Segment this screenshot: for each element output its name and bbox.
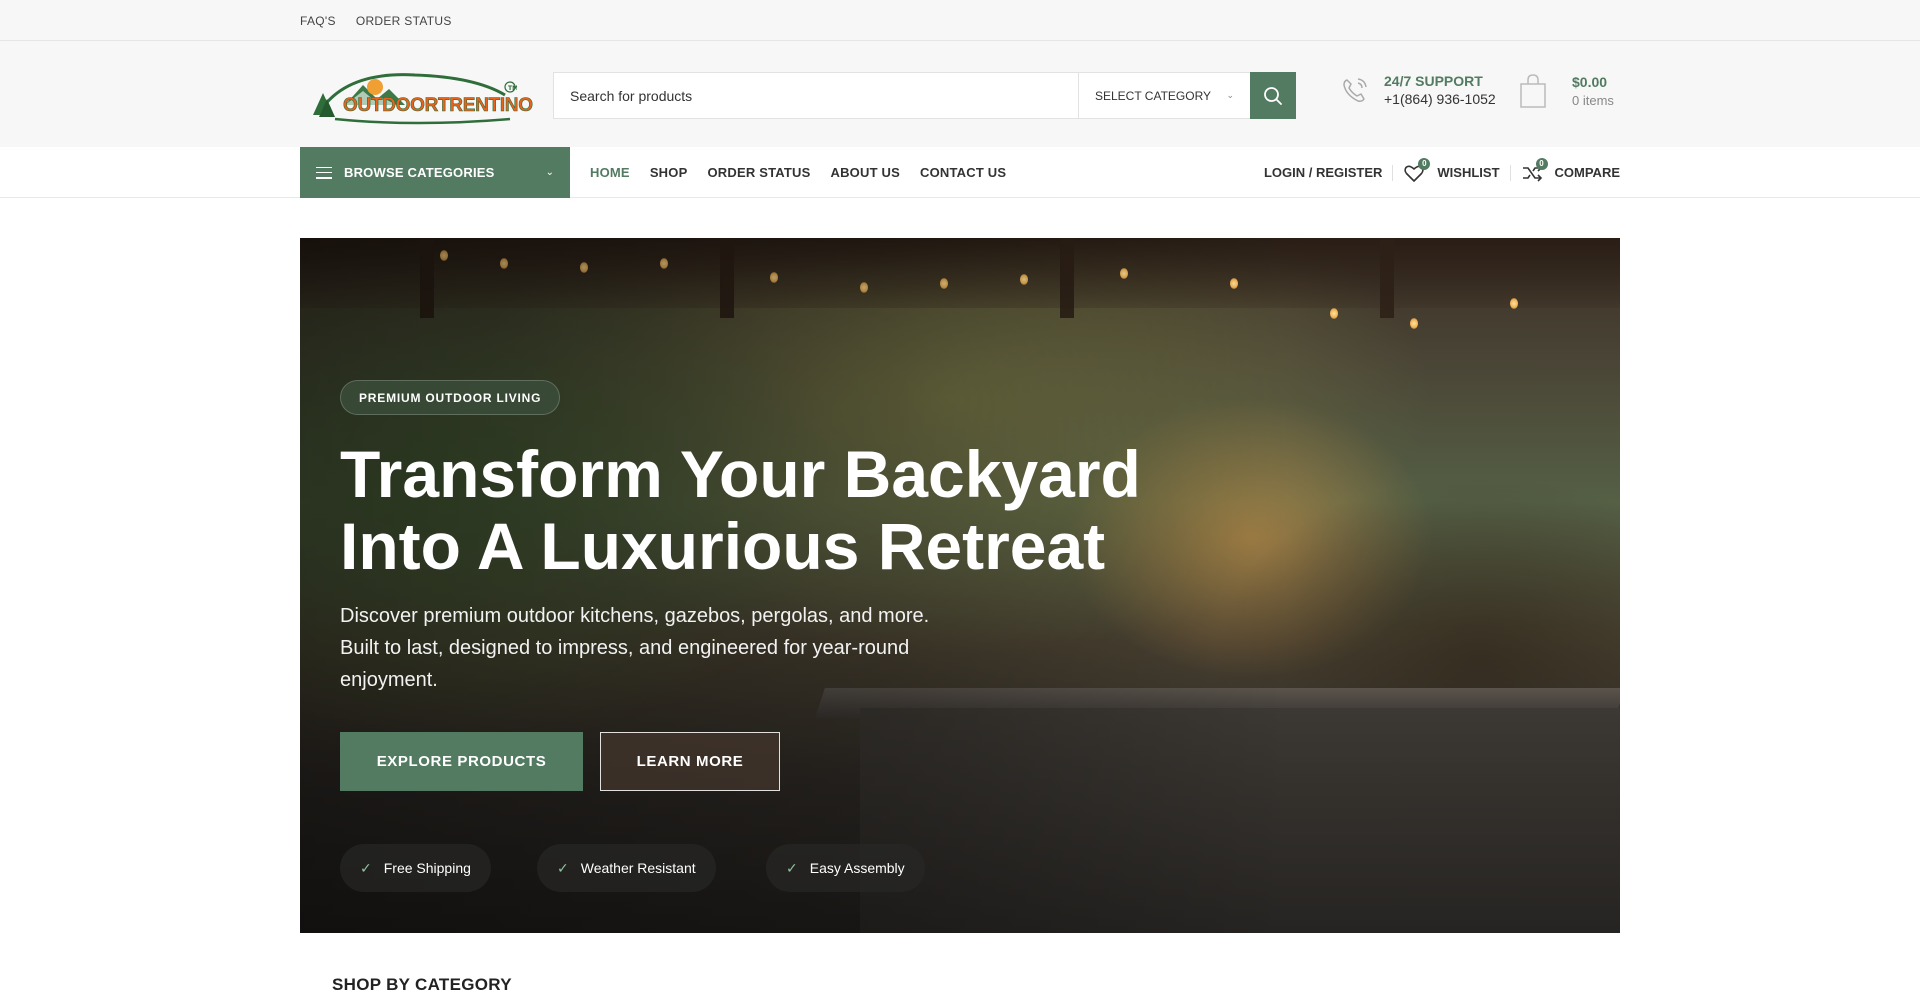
chevron-down-icon: ⌄ (545, 167, 554, 178)
nav-shop[interactable]: SHOP (650, 165, 688, 180)
page: FAQ'S ORDER STATUS TM OUTDOORTRENTINO Se… (0, 0, 1920, 993)
search-input[interactable] (554, 73, 1078, 118)
learn-more-button[interactable]: LEARN MORE (600, 732, 780, 791)
hero-title-line-2: Into A Luxurious Retreat (340, 509, 1106, 583)
header: TM OUTDOORTRENTINO SELECT CATEGORY ⌄ (0, 41, 1920, 147)
category-select-label: SELECT CATEGORY (1095, 88, 1212, 103)
account-links: LOGIN / REGISTER 0 WISHLIST 0 COMPARE (1254, 147, 1620, 198)
cart-items: 0 items (1572, 93, 1614, 108)
chevron-down-icon: ⌄ (1226, 90, 1234, 100)
top-bar: FAQ'S ORDER STATUS (0, 0, 1920, 41)
support-block[interactable]: 24/7 SUPPORT +1(864) 936-1052 (1338, 73, 1496, 107)
svg-text:TM: TM (508, 85, 517, 92)
logo-underline-icon (334, 117, 511, 125)
check-icon: ✓ (360, 859, 372, 876)
logo-text: OUTDOORTRENTINO (343, 95, 534, 117)
support-title: 24/7 SUPPORT (1384, 73, 1483, 89)
compare-count: 0 (1535, 157, 1548, 170)
feature-free-shipping: ✓ Free Shipping (340, 844, 491, 892)
menu: HOME SHOP ORDER STATUS ABOUT US CONTACT … (590, 147, 1006, 198)
feature-label: Free Shipping (383, 860, 471, 876)
feature-label: Easy Assembly (809, 860, 905, 876)
nav-home[interactable]: HOME (590, 165, 630, 180)
wishlist-link[interactable]: 0 WISHLIST (1393, 157, 1509, 184)
cart-block[interactable]: $0.00 0 items (1518, 73, 1614, 109)
hero-banner: PREMIUM OUTDOOR LIVING Transform Your Ba… (300, 238, 1620, 933)
hero-description: Discover premium outdoor kitchens, gazeb… (340, 605, 930, 691)
hero-title-line-1: Transform Your Backyard (340, 437, 1141, 511)
logo[interactable]: TM OUTDOORTRENTINO (305, 65, 533, 125)
category-select[interactable]: SELECT CATEGORY ⌄ (1078, 73, 1250, 118)
shuffle-icon: 0 (1521, 157, 1548, 184)
hero-overlay (300, 238, 1620, 933)
feature-easy-assembly: ✓ Easy Assembly (766, 844, 925, 892)
hero-badge: PREMIUM OUTDOOR LIVING (340, 380, 561, 415)
order-status-top-link[interactable]: ORDER STATUS (356, 14, 452, 28)
nav-order-status[interactable]: ORDER STATUS (707, 165, 810, 180)
phone-icon (1343, 78, 1367, 102)
check-icon: ✓ (786, 859, 798, 876)
search-icon (1264, 86, 1282, 105)
feature-weather-resistant: ✓ Weather Resistant (537, 844, 716, 892)
explore-products-button[interactable]: EXPLORE PRODUCTS (340, 732, 583, 791)
nav-about-us[interactable]: ABOUT US (831, 165, 901, 180)
main-nav: BROWSE CATEGORIES ⌄ HOME SHOP ORDER STAT… (0, 147, 1920, 198)
search-bar: SELECT CATEGORY ⌄ (553, 72, 1296, 119)
shop-by-category-heading: SHOP BY CATEGORY (332, 975, 512, 993)
menu-icon (316, 166, 332, 179)
shopping-bag-icon (1520, 74, 1546, 108)
heart-icon: 0 (1403, 157, 1431, 184)
wishlist-count: 0 (1418, 157, 1431, 170)
compare-label: COMPARE (1554, 165, 1620, 180)
wishlist-label: WISHLIST (1437, 165, 1500, 180)
nav-contact-us[interactable]: CONTACT US (920, 165, 1006, 180)
search-button[interactable] (1250, 72, 1296, 119)
check-icon: ✓ (557, 859, 569, 876)
support-phone: +1(864) 936-1052 (1384, 91, 1496, 107)
faq-link[interactable]: FAQ'S (300, 14, 336, 28)
login-register-link[interactable]: LOGIN / REGISTER (1254, 165, 1392, 180)
cart-amount: $0.00 (1572, 74, 1608, 90)
feature-label: Weather Resistant (580, 860, 696, 876)
compare-link[interactable]: 0 COMPARE (1511, 157, 1620, 184)
browse-categories-button[interactable]: BROWSE CATEGORIES ⌄ (300, 147, 570, 198)
login-register-label: LOGIN / REGISTER (1263, 165, 1383, 180)
hero-title: Transform Your Backyard Into A Luxurious… (340, 438, 1200, 582)
browse-categories-label: BROWSE CATEGORIES (344, 165, 495, 180)
